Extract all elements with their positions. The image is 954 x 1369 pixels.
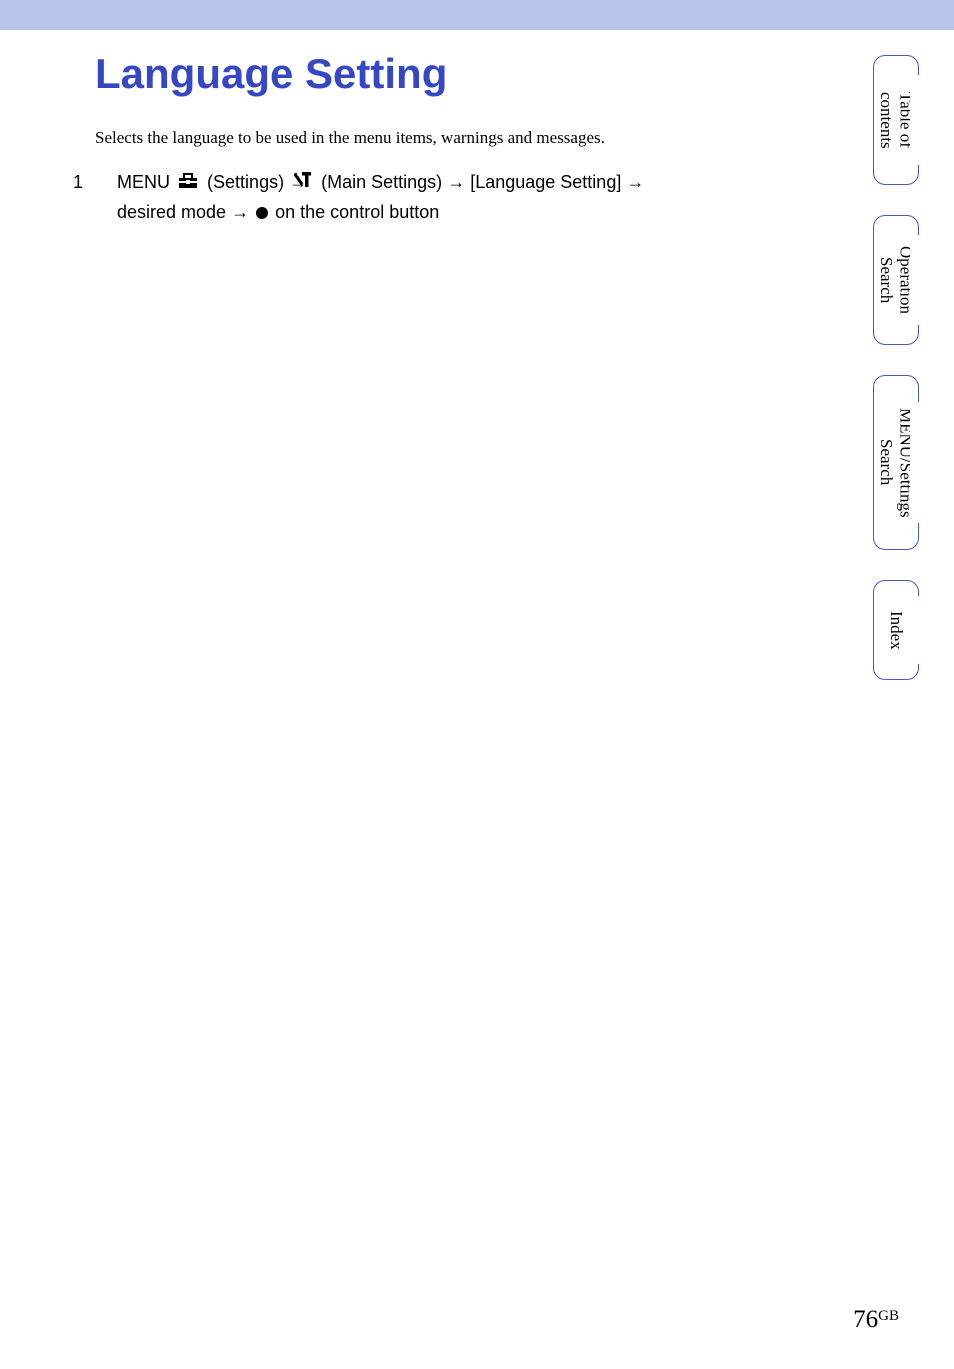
settings-label: (Settings) [207,172,284,192]
dot-icon [256,207,268,219]
tab-label: MENU/Settings Search [876,408,915,518]
top-header-bar [0,0,954,30]
language-setting-label: [Language Setting] [470,172,621,192]
tab-menu-settings-search[interactable]: MENU/Settings Search [873,375,919,550]
page-title: Language Setting [95,50,819,98]
tab-index[interactable]: Index [873,580,919,680]
main-settings-label: (Main Settings) [321,172,442,192]
step-line-1: 1MENU → (Settings) → (Ma [95,168,819,198]
tab-table-of-contents[interactable]: Table of contents [873,55,919,185]
arrow-icon: → [447,172,465,192]
menu-text: MENU [117,172,170,192]
side-nav-tabs: Table of contents Operation Search MENU/… [873,55,919,680]
arrow-icon: → [626,172,644,192]
step-line-2: desired mode → on the control button [95,198,819,227]
tab-label: Index [886,611,906,650]
main-content: Language Setting Selects the language to… [95,50,819,226]
page-num-value: 76 [853,1306,878,1333]
step-number: 1 [95,168,117,197]
page-number: 76GB [853,1306,899,1334]
page-suffix: GB [878,1308,899,1324]
tab-label: Operation Search [876,246,915,314]
page-description: Selects the language to be used in the m… [95,128,819,148]
desired-mode-text: desired mode [117,202,226,222]
arrow-icon: → [231,202,249,222]
on-control-text: on the control button [275,202,439,222]
instruction-steps: 1MENU → (Settings) → (Ma [95,168,819,226]
tab-label: Table of contents [876,92,915,149]
tab-operation-search[interactable]: Operation Search [873,215,919,345]
